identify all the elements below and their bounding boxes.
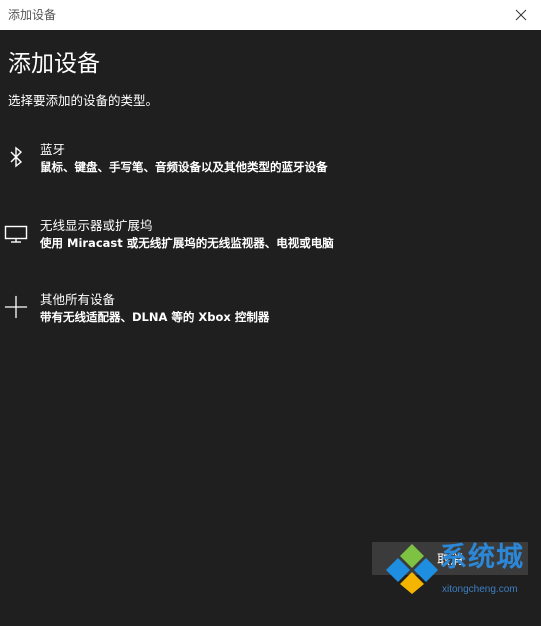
windows-logo-icon (386, 544, 438, 594)
option-wireless-display[interactable]: 无线显示器或扩展坞 使用 Miracast 或无线扩展坞的无线监视器、电视或电脑 (0, 216, 541, 264)
plus-icon (4, 294, 28, 320)
option-description: 带有无线适配器、DLNA 等的 Xbox 控制器 (40, 310, 270, 324)
window-title: 添加设备 (8, 8, 57, 22)
option-bluetooth[interactable]: 蓝牙 鼠标、键盘、手写笔、音频设备以及其他类型的蓝牙设备 (0, 140, 541, 188)
page-title: 添加设备 (8, 51, 100, 77)
close-icon (515, 9, 527, 21)
watermark-url: xitongcheng.com (442, 584, 518, 595)
option-other-devices[interactable]: 其他所有设备 带有无线适配器、DLNA 等的 Xbox 控制器 (0, 290, 541, 338)
option-label: 其他所有设备 (40, 292, 116, 307)
close-button[interactable] (501, 0, 541, 30)
title-bar: 添加设备 (0, 0, 541, 30)
dialog-content: 添加设备 选择要添加的设备的类型。 蓝牙 鼠标、键盘、手写笔、音频设备以及其他类… (0, 30, 541, 626)
watermark-text: 系统城 (440, 542, 524, 573)
watermark: 系统城 xitongcheng.com (386, 540, 541, 610)
page-subtitle: 选择要添加的设备的类型。 (8, 93, 159, 108)
option-description: 鼠标、键盘、手写笔、音频设备以及其他类型的蓝牙设备 (40, 160, 328, 174)
monitor-icon (4, 220, 28, 246)
option-label: 蓝牙 (40, 142, 66, 157)
option-label: 无线显示器或扩展坞 (40, 218, 153, 233)
bluetooth-icon (4, 144, 28, 170)
option-description: 使用 Miracast 或无线扩展坞的无线监视器、电视或电脑 (40, 236, 334, 250)
